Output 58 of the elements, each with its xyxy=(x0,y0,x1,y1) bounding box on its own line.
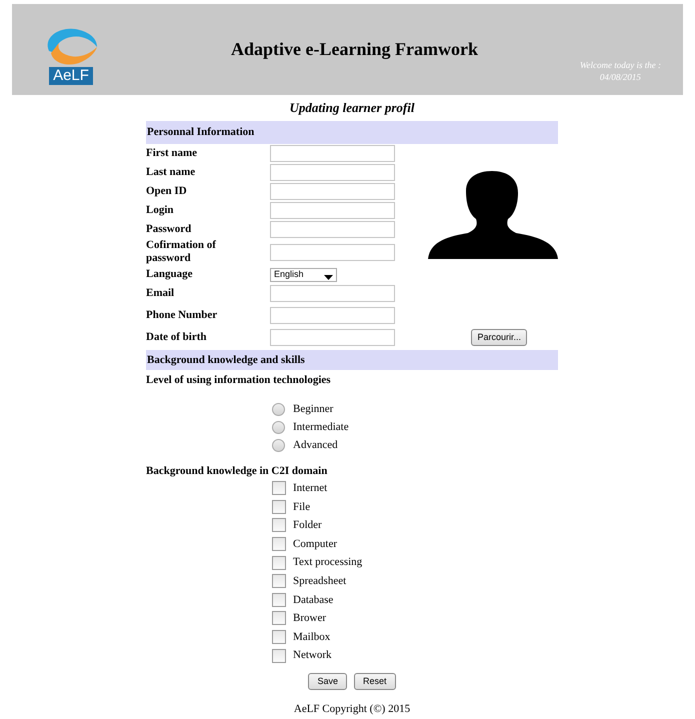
text-field[interactable] xyxy=(270,221,395,238)
save-button[interactable]: Save xyxy=(308,672,347,690)
logo-text: AeLF xyxy=(49,66,93,84)
option-label: Brower xyxy=(293,611,326,626)
text-field[interactable] xyxy=(270,145,395,162)
section-header: Personnal Information xyxy=(146,121,558,144)
page-title: Updating learner profil xyxy=(290,100,414,115)
option-label: Folder xyxy=(293,518,322,534)
text-field[interactable] xyxy=(270,285,395,302)
option-label: Beginner xyxy=(293,402,334,418)
checkbox[interactable] xyxy=(272,630,286,644)
option-label: Internet xyxy=(293,481,328,496)
question-label: Background knowledge in C2I domain xyxy=(146,464,328,478)
radio-button[interactable] xyxy=(272,439,285,452)
option-label: Advanced xyxy=(293,438,338,454)
field-label: Phone Number xyxy=(146,309,218,322)
text-field[interactable] xyxy=(270,183,395,200)
dropdown-arrow-icon xyxy=(324,275,333,280)
option-label: File xyxy=(293,500,310,515)
language-select[interactable]: English xyxy=(270,268,337,282)
option-label: Intermediate xyxy=(293,420,349,436)
field-label: First name xyxy=(146,147,198,160)
option-label: Spreadsheet xyxy=(293,574,346,590)
section-header: Background knowledge and skills xyxy=(146,350,558,370)
field-label: Email xyxy=(146,287,176,300)
option-label: Mailbox xyxy=(293,630,330,645)
copyright-text: AeLF Copyright (©) 2015 xyxy=(294,702,410,715)
option-label: Network xyxy=(293,648,332,664)
checkbox[interactable] xyxy=(272,611,286,626)
radio-button[interactable] xyxy=(272,403,285,416)
option-label: Text processing xyxy=(293,555,362,570)
text-field[interactable] xyxy=(270,164,395,181)
option-label: Database xyxy=(293,592,334,608)
checkbox[interactable] xyxy=(272,500,286,514)
checkbox[interactable] xyxy=(272,574,286,588)
radio-button[interactable] xyxy=(272,421,285,434)
field-label: Password xyxy=(146,223,192,236)
browse-button[interactable]: Parcourir... xyxy=(471,329,527,346)
site-title: Adaptive e-Learning Framwork xyxy=(231,38,478,61)
reset-button[interactable]: Reset xyxy=(354,672,396,690)
field-label: Last name xyxy=(146,166,196,179)
field-label: Date of birth xyxy=(146,331,208,344)
question-label: Level of using information technologies xyxy=(146,373,332,388)
text-field[interactable] xyxy=(270,307,395,324)
text-field[interactable] xyxy=(270,329,395,346)
checkbox[interactable] xyxy=(272,518,286,532)
field-label: Language xyxy=(146,268,194,281)
checkbox[interactable] xyxy=(272,481,286,496)
field-label: Login xyxy=(146,204,175,217)
checkbox[interactable] xyxy=(272,592,286,607)
field-label: Open ID xyxy=(146,185,188,198)
option-label: Computer xyxy=(293,536,337,552)
checkbox[interactable] xyxy=(272,556,286,570)
text-field[interactable] xyxy=(270,244,395,260)
text-field[interactable] xyxy=(270,202,395,219)
field-label: Cofirmation of password xyxy=(146,239,217,265)
checkbox[interactable] xyxy=(272,648,286,663)
checkbox[interactable] xyxy=(272,537,286,552)
